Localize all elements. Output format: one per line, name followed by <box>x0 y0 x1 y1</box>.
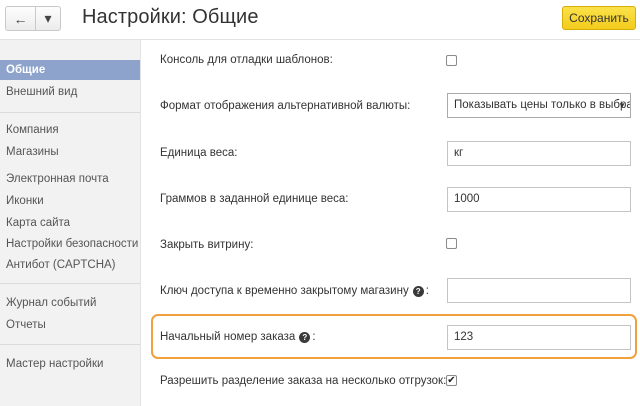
alt-currency-label: Формат отображения альтернативной валюты… <box>160 100 411 112</box>
page-title: Настройки: Общие <box>82 6 259 28</box>
sidebar-item-event-log[interactable]: Журнал событий <box>0 293 140 313</box>
start-order-number-label-colon: : <box>312 331 316 343</box>
alt-currency-value: Показывать цены только в выбранной валют… <box>454 99 630 111</box>
start-order-number-label: Начальный номер заказа ? : <box>160 331 316 343</box>
top-bar: ← ▾ Настройки: Общие Сохранить <box>0 0 640 40</box>
sidebar-item-security[interactable]: Настройки безопасности <box>0 234 140 254</box>
sidebar-item-company[interactable]: Компания <box>0 120 140 140</box>
save-button[interactable]: Сохранить <box>562 6 636 30</box>
sidebar-item-appearance[interactable]: Внешний вид <box>0 82 140 102</box>
back-arrow-icon[interactable]: ← <box>6 7 36 30</box>
sidebar: Общие Внешний вид Компания Магазины Элек… <box>0 40 141 406</box>
split-orders-label: Разрешить разделение заказа на несколько… <box>160 375 447 387</box>
grams-in-unit-label: Граммов в заданной единице веса: <box>160 193 349 205</box>
access-key-label-text: Ключ доступа к временно закрытому магази… <box>160 285 409 297</box>
sidebar-item-captcha[interactable]: Антибот (CAPTCHA) <box>0 255 140 275</box>
sidebar-item-email[interactable]: Электронная почта <box>0 169 140 189</box>
grams-in-unit-input[interactable]: 1000 <box>447 187 631 212</box>
debug-console-label: Консоль для отладки шаблонов: <box>160 54 333 66</box>
debug-console-checkbox[interactable] <box>446 55 457 66</box>
weight-unit-label: Единица веса: <box>160 147 238 159</box>
help-icon[interactable]: ? <box>299 331 311 343</box>
start-order-number-input[interactable]: 123 <box>447 325 631 350</box>
sidebar-divider <box>0 283 140 284</box>
access-key-input[interactable] <box>447 278 631 303</box>
split-orders-checkbox[interactable]: ✔ <box>446 375 457 386</box>
sidebar-item-reports[interactable]: Отчеты <box>0 315 140 335</box>
sidebar-item-setup-wizard[interactable]: Мастер настройки <box>0 354 140 374</box>
sidebar-item-icons[interactable]: Иконки <box>0 191 140 211</box>
access-key-label-colon: : <box>425 285 429 297</box>
start-order-number-label-text: Начальный номер заказа <box>160 331 296 343</box>
sidebar-divider <box>0 344 140 345</box>
sidebar-item-stores[interactable]: Магазины <box>0 142 140 162</box>
sidebar-item-sitemap[interactable]: Карта сайта <box>0 213 140 233</box>
close-storefront-checkbox[interactable] <box>446 238 457 249</box>
alt-currency-select[interactable]: Показывать цены только в выбранной валют… <box>447 93 631 118</box>
chevron-down-icon[interactable]: ▾ <box>36 7 60 30</box>
help-icon[interactable]: ? <box>412 285 424 297</box>
weight-unit-input[interactable]: кг <box>447 141 631 166</box>
dropdown-arrow-icon: ▼ <box>618 101 626 110</box>
close-storefront-label: Закрыть витрину: <box>160 239 254 251</box>
sidebar-divider <box>0 112 140 113</box>
nav-button-group: ← ▾ <box>5 6 61 31</box>
sidebar-item-general[interactable]: Общие <box>0 60 140 80</box>
access-key-label: Ключ доступа к временно закрытому магази… <box>160 285 429 297</box>
